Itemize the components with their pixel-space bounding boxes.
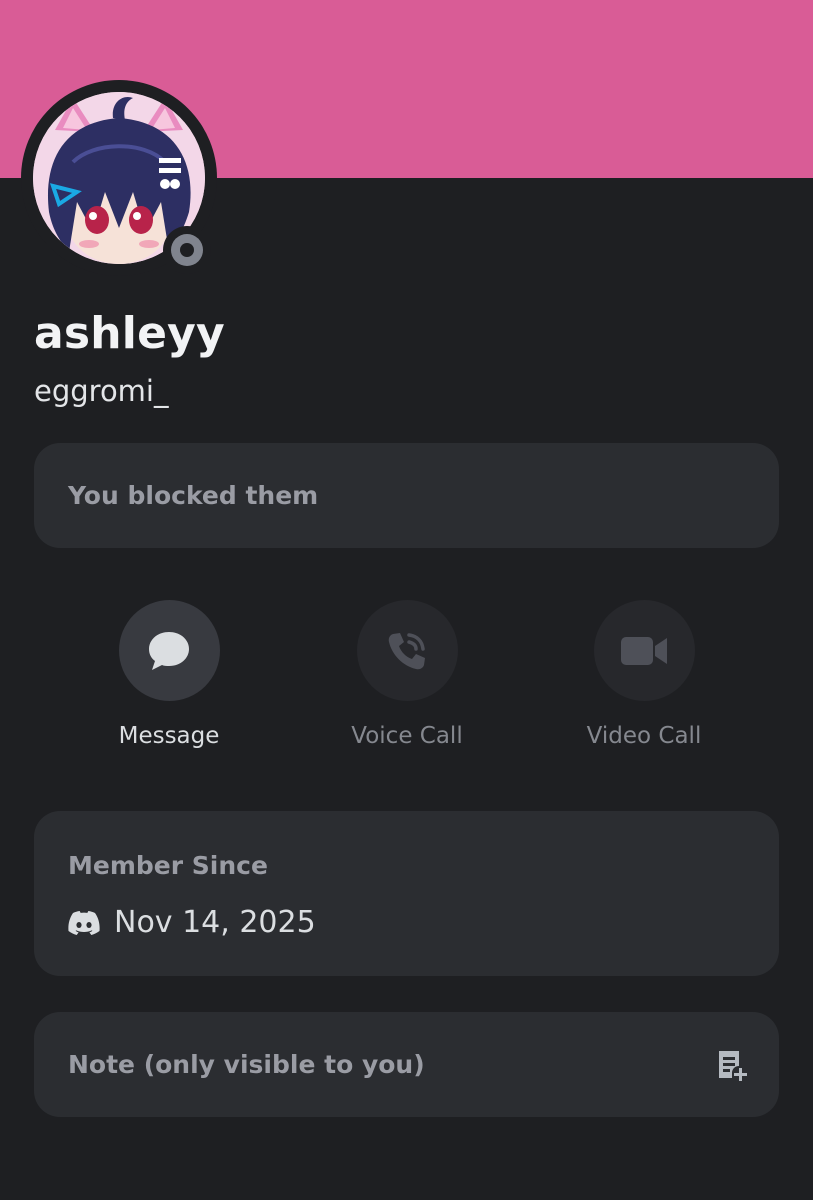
phone-icon: [388, 632, 425, 669]
member-since-row: Nov 14, 2025: [68, 905, 316, 940]
member-since-card: Member Since Nov 14, 2025: [34, 811, 779, 976]
message-button[interactable]: Message: [49, 600, 289, 749]
username: eggromi_: [34, 374, 169, 408]
note-field[interactable]: Note (only visible to you): [34, 1012, 779, 1117]
video-call-button-circle[interactable]: [593, 600, 695, 701]
voice-call-button-label: Voice Call: [351, 723, 463, 749]
add-note-icon[interactable]: [715, 1048, 749, 1086]
add-note-glyph: [719, 1051, 747, 1081]
video-call-button-label: Video Call: [586, 723, 702, 749]
note-placeholder[interactable]: Note (only visible to you): [68, 1050, 425, 1079]
message-button-circle[interactable]: [118, 600, 220, 701]
voice-call-button[interactable]: Voice Call: [287, 600, 527, 749]
discord-logo-icon: [68, 910, 100, 935]
video-call-button[interactable]: Video Call: [524, 600, 764, 749]
offline-status-icon: [171, 234, 203, 266]
message-button-label: Message: [118, 723, 220, 749]
voice-call-button-circle[interactable]: [356, 600, 458, 701]
member-since-date: Nov 14, 2025: [114, 905, 316, 940]
camera-icon: [621, 636, 667, 665]
blocked-notice-text: You blocked them: [68, 481, 319, 510]
blocked-notice: You blocked them: [34, 443, 779, 548]
member-since-title: Member Since: [68, 851, 268, 880]
chat-bubble-icon: [149, 631, 189, 670]
display-name: ashleyy: [34, 308, 225, 359]
status-indicator: [163, 226, 211, 274]
profile-page: ashleyy eggromi_ You blocked them Messag…: [0, 0, 813, 1200]
